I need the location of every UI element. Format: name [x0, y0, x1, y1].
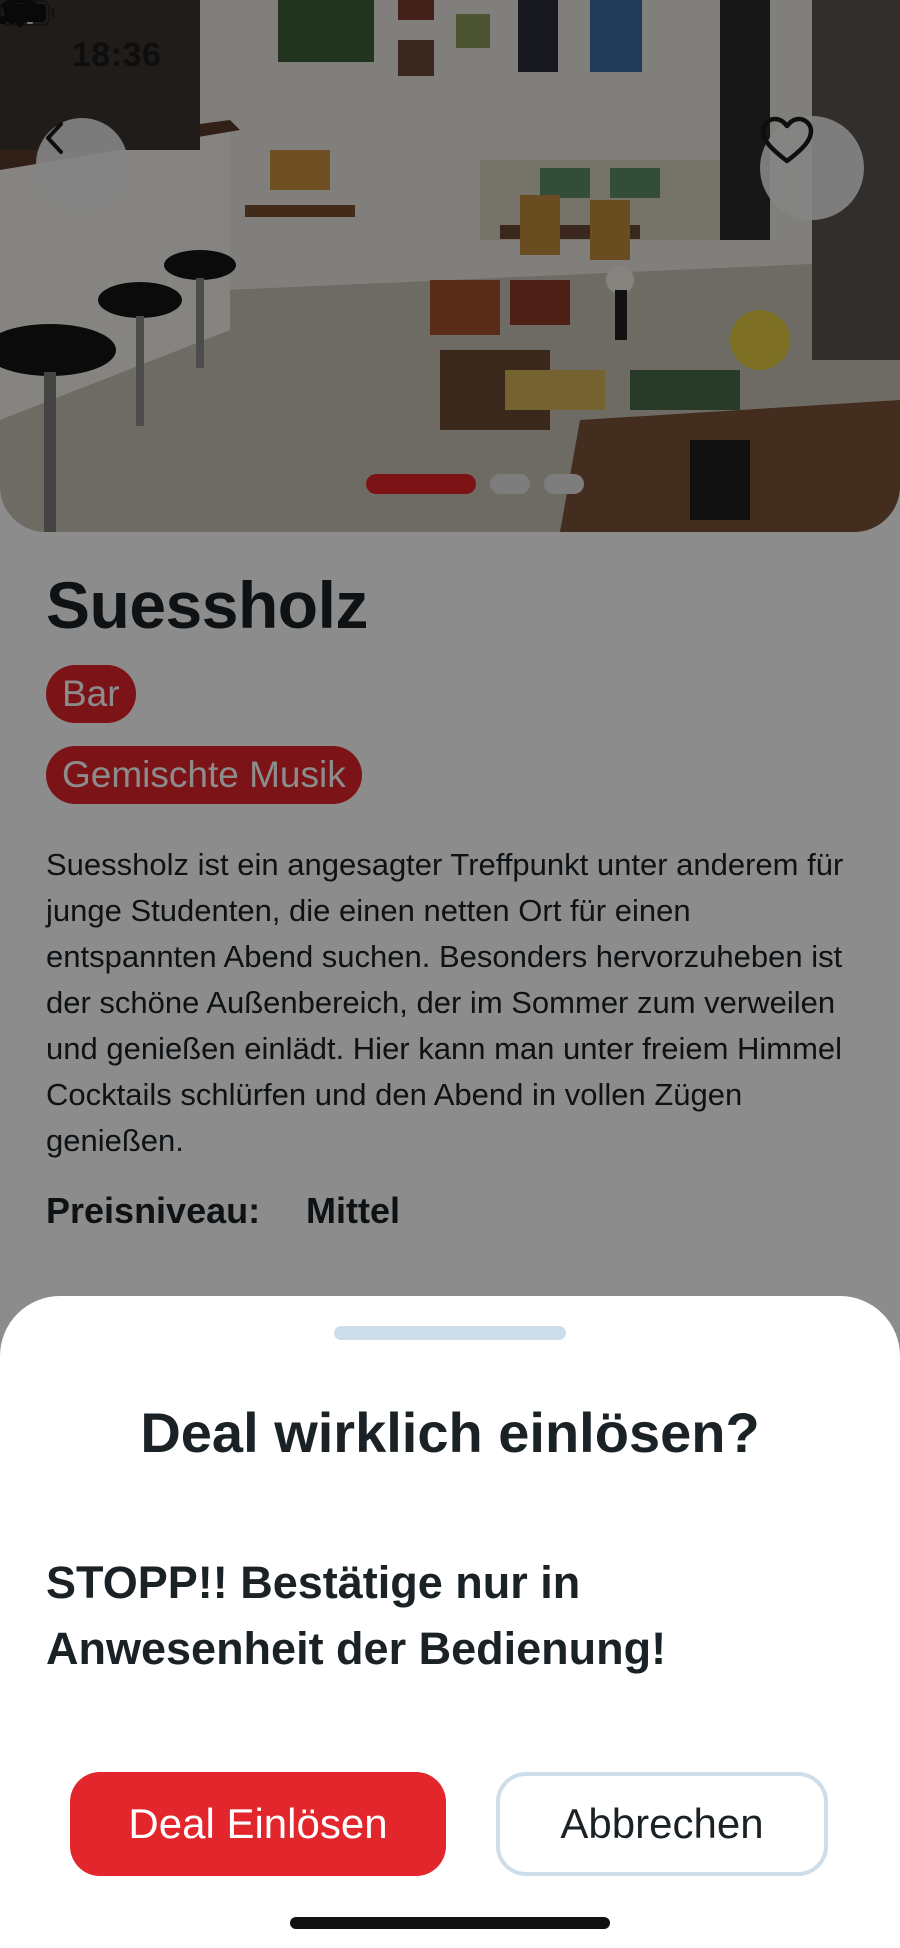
sheet-drag-handle[interactable] — [334, 1326, 566, 1340]
home-indicator[interactable] — [290, 1917, 610, 1929]
sheet-title: Deal wirklich einlösen? — [140, 1401, 760, 1464]
cancel-button[interactable]: Abbrechen — [496, 1772, 828, 1876]
redeem-deal-button[interactable]: Deal Einlösen — [70, 1772, 446, 1876]
sheet-warning-text: STOPP!! Bestätige nur in Anwesenheit der… — [46, 1557, 667, 1674]
redeem-deal-sheet: Deal wirklich einlösen? STOPP!! Bestätig… — [0, 1296, 900, 1948]
